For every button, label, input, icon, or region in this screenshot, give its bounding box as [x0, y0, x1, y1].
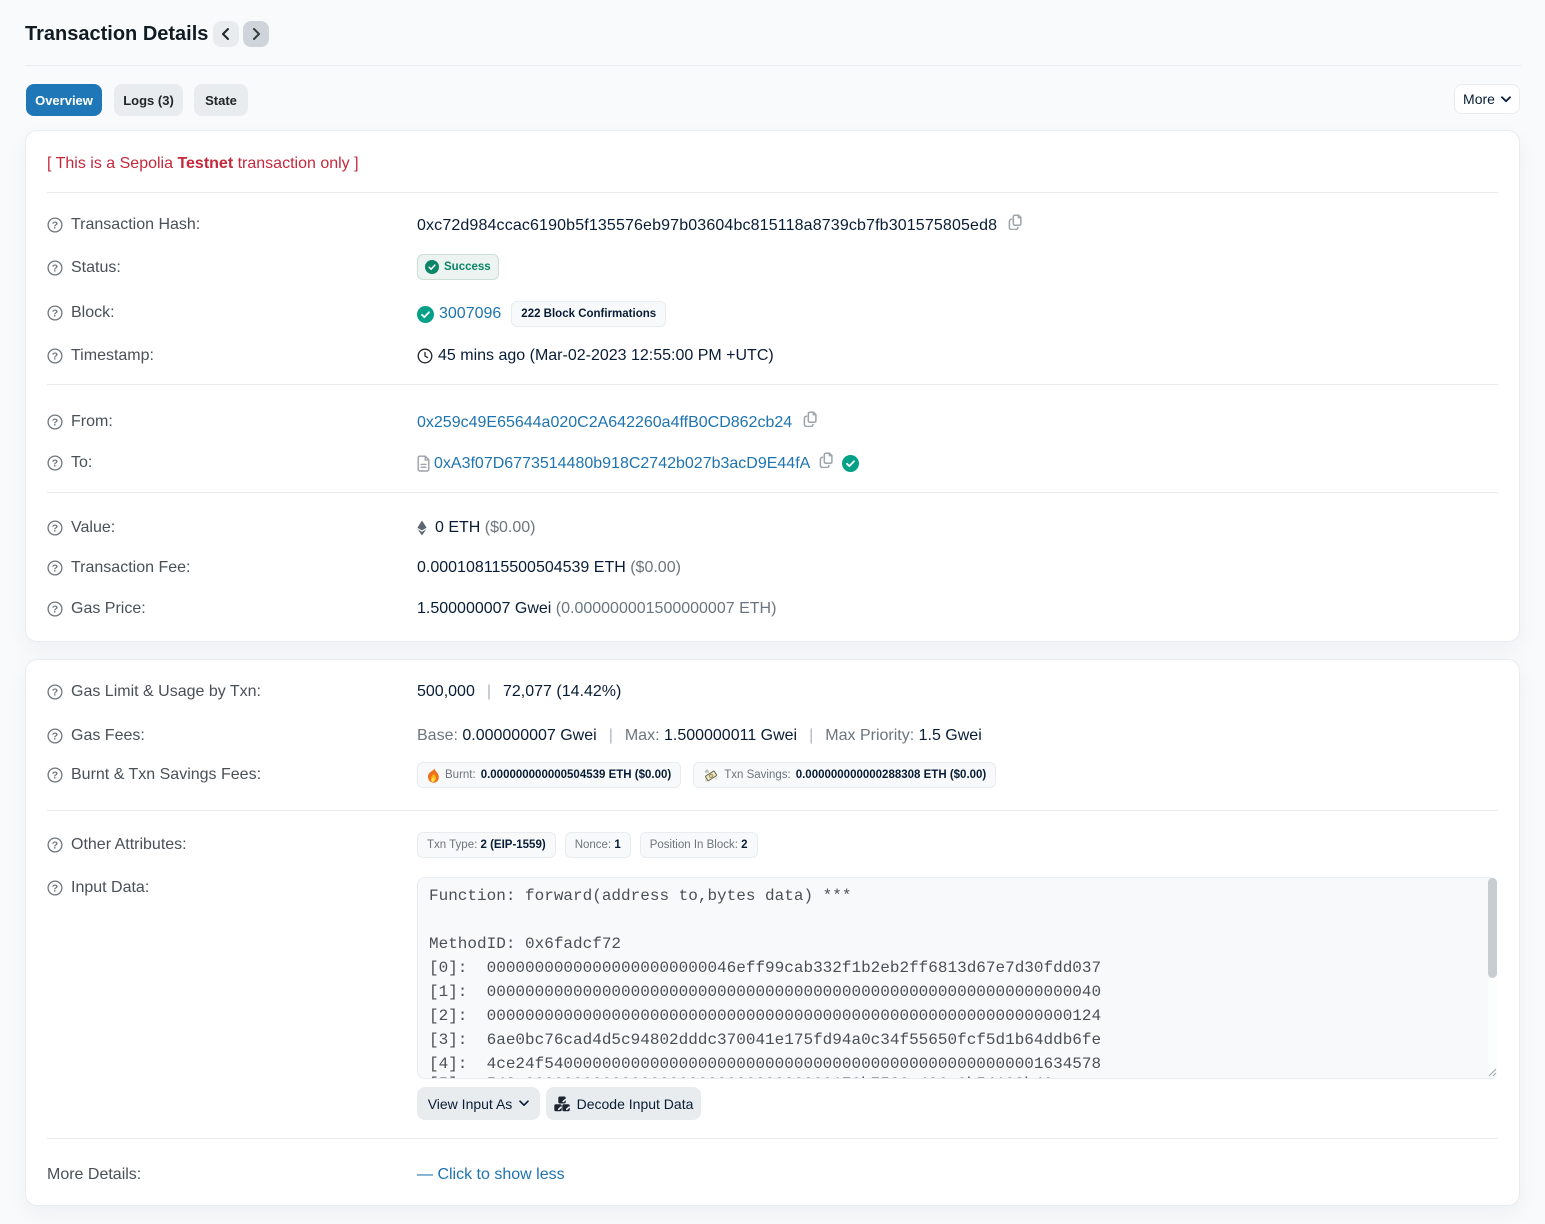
svg-text:?: ?	[52, 458, 58, 470]
svg-text:?: ?	[52, 351, 58, 363]
svg-text:?: ?	[52, 770, 58, 782]
svg-text:?: ?	[52, 840, 58, 852]
svg-text:?: ?	[52, 417, 58, 429]
svg-text:?: ?	[52, 604, 58, 616]
svg-text:?: ?	[52, 883, 58, 895]
svg-text:?: ?	[52, 523, 58, 535]
svg-text:?: ?	[52, 263, 58, 275]
svg-text:?: ?	[52, 308, 58, 320]
svg-text:?: ?	[52, 731, 58, 743]
svg-text:?: ?	[52, 220, 58, 232]
svg-text:?: ?	[52, 687, 58, 699]
svg-text:?: ?	[52, 563, 58, 575]
